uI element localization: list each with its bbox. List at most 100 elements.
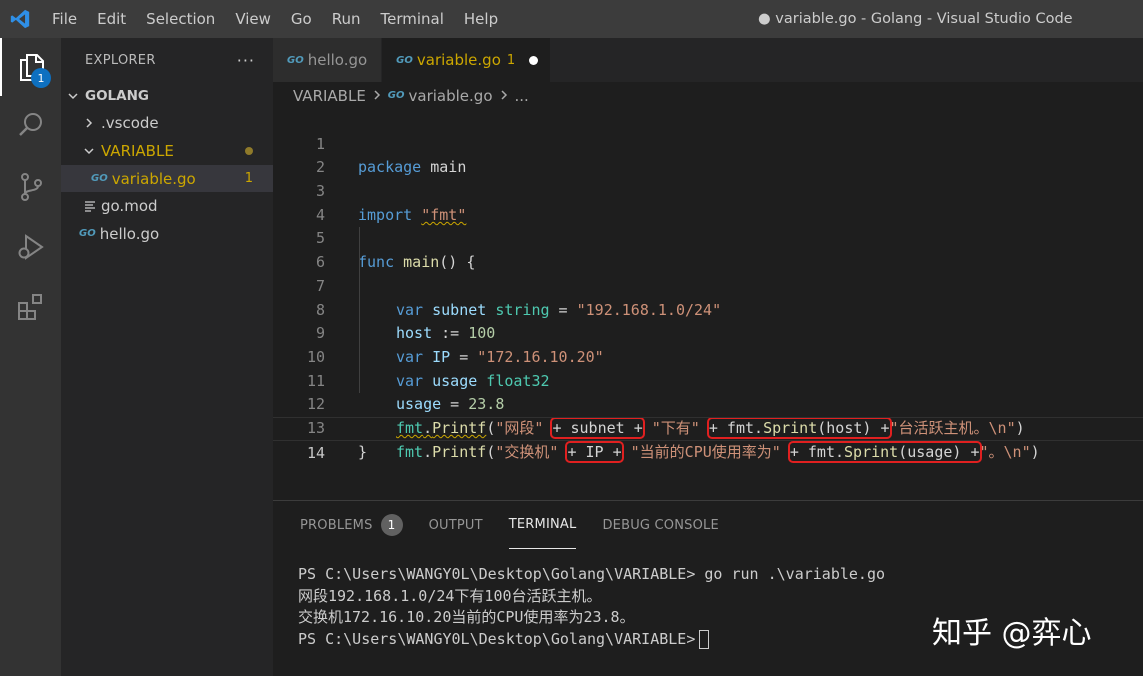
panel-tabs: PROBLEMS 1 OUTPUT TERMINAL DEBUG CONSOLE <box>273 501 1143 549</box>
highlighted-expression: (usage) + <box>898 442 980 461</box>
extensions-button[interactable] <box>0 278 61 336</box>
explorer-sidebar: EXPLORER ··· GOLANG .vscode VARIABLE GO … <box>61 38 273 676</box>
extensions-icon <box>17 294 42 320</box>
string-literal: "交换机" <box>495 442 559 461</box>
run-debug-button[interactable] <box>0 218 61 276</box>
tab-problem-count: 1 <box>506 52 516 68</box>
tree-item-vscode[interactable]: .vscode <box>61 110 273 138</box>
indent-guide <box>359 227 360 252</box>
breadcrumb-more[interactable]: ... <box>515 87 529 105</box>
indent-guide <box>359 345 360 370</box>
highlighted-expression: + fmt. <box>789 442 845 461</box>
tab-variable-go[interactable]: GO variable.go 1 <box>382 38 552 82</box>
menu-go[interactable]: Go <box>281 0 322 38</box>
punctuation: ) <box>1030 442 1040 461</box>
tab-label: variable.go <box>416 51 501 69</box>
tree-item-hello-go[interactable]: GO hello.go <box>61 220 273 248</box>
window-title: ● variable.go - Golang - Visual Studio C… <box>758 11 1073 27</box>
highlighted-expression: + IP + <box>565 440 624 463</box>
go-file-icon: GO <box>396 54 413 66</box>
punctuation: } <box>358 442 368 461</box>
vscode-logo-icon <box>0 0 40 38</box>
breadcrumb: VARIABLE GO variable.go ... <box>273 82 1143 109</box>
run-debug-icon <box>18 234 44 260</box>
tab-problems-label: PROBLEMS <box>300 517 373 533</box>
problems-count-badge: 1 <box>380 514 403 536</box>
tab-problems[interactable]: PROBLEMS 1 <box>300 501 403 549</box>
punctuation: . <box>423 442 433 461</box>
terminal-line: PS C:\Users\WANGY0L\Desktop\Golang\VARIA… <box>298 565 885 583</box>
tree-item-variable-folder[interactable]: VARIABLE <box>61 137 273 165</box>
code-line-13: 13 } <box>273 393 1143 461</box>
code-editor[interactable]: 1 package main 2 3 import "fmt" 4 5 func… <box>273 109 1143 463</box>
line-number: 14 <box>306 443 325 462</box>
indent-guide <box>359 274 360 299</box>
tab-terminal[interactable]: TERMINAL <box>508 501 577 549</box>
unsaved-dot-icon[interactable] <box>529 55 539 65</box>
text-file-icon <box>83 200 97 212</box>
tree-item-label: go.mod <box>101 197 158 216</box>
string-literal: "。\n" <box>979 442 1031 461</box>
workspace-root-label: GOLANG <box>85 87 149 104</box>
terminal-line: 网段192.168.1.0/24下有100台活跃主机。 <box>298 586 602 605</box>
menu-selection[interactable]: Selection <box>136 0 225 38</box>
chevron-right-icon <box>372 87 382 105</box>
explorer-button[interactable]: 1 <box>0 38 61 96</box>
more-actions-button[interactable]: ··· <box>237 51 255 70</box>
terminal-cursor <box>699 629 710 649</box>
indent-guide <box>359 251 360 275</box>
watermark: 知乎 @弈心 <box>932 616 1092 651</box>
function-name: Printf <box>432 442 487 461</box>
tab-debug-console[interactable]: DEBUG CONSOLE <box>602 501 718 549</box>
code-line-6: 6 var subnet string = "192.168.1.0/24" <box>273 227 1143 319</box>
menu-bar: File Edit Selection View Go Run Terminal… <box>40 0 508 38</box>
package-name: fmt <box>396 442 424 461</box>
breadcrumb-file[interactable]: variable.go <box>409 87 493 105</box>
explorer-title: EXPLORER <box>85 52 156 68</box>
code-line-4: 4 <box>273 180 1143 224</box>
editor-tabs: GO hello.go GO variable.go 1 <box>273 38 1143 82</box>
code-line-5: 5 func main() { <box>273 204 1143 271</box>
tab-label: hello.go <box>307 51 368 69</box>
explorer-header: EXPLORER ··· <box>61 38 273 82</box>
code-line-14: 14 <box>273 416 1143 462</box>
title-bar: File Edit Selection View Go Run Terminal… <box>0 0 1143 38</box>
workspace-root[interactable]: GOLANG <box>61 82 273 110</box>
breadcrumb-folder[interactable]: VARIABLE <box>293 87 366 105</box>
tree-item-label: VARIABLE <box>101 141 174 160</box>
menu-help[interactable]: Help <box>454 0 508 38</box>
explorer-badge: 1 <box>31 68 51 88</box>
search-button[interactable] <box>0 96 61 154</box>
chevron-right-icon <box>81 117 97 129</box>
tree-item-variable-go[interactable]: GO variable.go 1 <box>61 164 273 193</box>
go-file-icon: GO <box>387 90 405 101</box>
code-line-7: 7 host := 100 <box>273 251 1143 342</box>
problem-count: 1 <box>244 171 253 187</box>
code-line-12: 12 fmt.Printf("交换机" + IP + "当前的CPU使用率为" … <box>273 369 1143 463</box>
chevron-down-icon <box>65 90 81 102</box>
indent-guide <box>359 369 360 394</box>
menu-edit[interactable]: Edit <box>87 0 136 38</box>
function-name: Sprint <box>844 442 899 461</box>
tree-item-label: hello.go <box>99 224 160 243</box>
code-line-11: 11 fmt.Printf("网段" + subnet + "下有" + fmt… <box>273 345 1143 439</box>
code-line-9: 9 var usage float32 <box>273 298 1143 390</box>
tab-hello-go[interactable]: GO hello.go <box>273 38 383 82</box>
search-icon <box>18 113 42 136</box>
source-control-button[interactable] <box>0 158 61 216</box>
source-control-icon <box>20 173 42 201</box>
go-file-icon: GO <box>79 228 96 240</box>
menu-view[interactable]: View <box>225 0 281 38</box>
terminal-prompt: PS C:\Users\WANGY0L\Desktop\Golang\VARIA… <box>298 629 696 648</box>
tree-item-label: .vscode <box>101 114 159 133</box>
menu-file[interactable]: File <box>40 0 87 38</box>
go-file-icon: GO <box>91 173 108 185</box>
tree-item-go-mod[interactable]: go.mod <box>61 192 273 220</box>
code-line-2: 2 <box>273 133 1143 176</box>
activity-bar: 1 <box>0 38 61 676</box>
tab-output[interactable]: OUTPUT <box>429 501 483 549</box>
chevron-down-icon <box>81 145 97 157</box>
menu-terminal[interactable]: Terminal <box>371 0 454 38</box>
code-line-8: 8 var IP = "172.16.10.20" <box>273 274 1143 366</box>
menu-run[interactable]: Run <box>322 0 371 38</box>
